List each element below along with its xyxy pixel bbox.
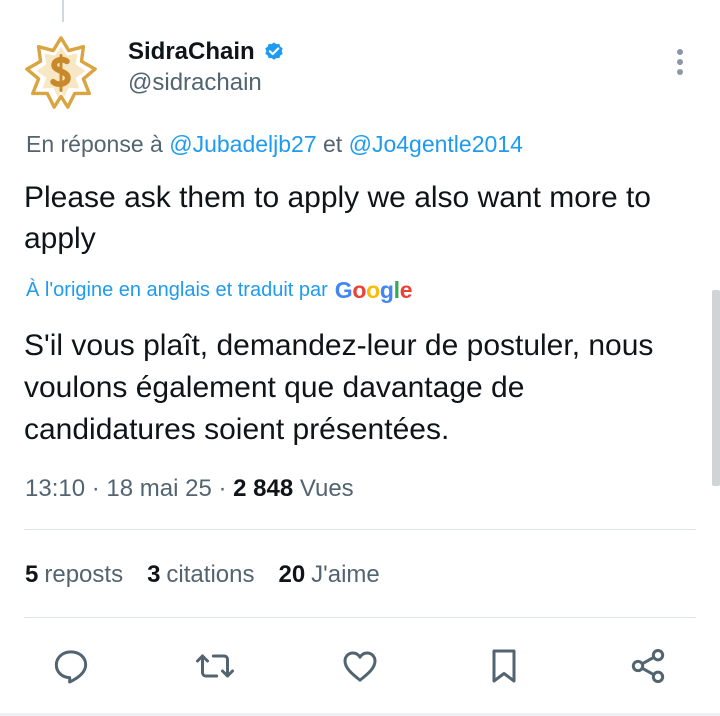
- meta-separator: ·: [85, 475, 107, 502]
- meta-separator: ·: [211, 475, 234, 502]
- repost-button[interactable]: [193, 644, 237, 688]
- scrollbar[interactable]: [712, 290, 720, 486]
- google-logo: Google: [334, 277, 413, 303]
- author-display-name[interactable]: SidraChain: [128, 38, 255, 66]
- likes-label: J'aime: [311, 561, 380, 588]
- reposts-label: reposts: [44, 561, 124, 588]
- action-bar: [0, 644, 720, 692]
- reply-context: En réponse à @Jubadeljb27 et @Jo4gentle2…: [26, 131, 523, 158]
- translated-text: S'il vous plaît, demandez-leur de postul…: [24, 329, 654, 446]
- author-name-row[interactable]: SidraChain: [128, 38, 285, 66]
- mention-link[interactable]: @Jo4gentle2014: [349, 131, 523, 157]
- tweet-date[interactable]: 18 mai 25: [106, 475, 211, 502]
- likes-count: 20: [278, 561, 306, 588]
- likes-stat[interactable]: 20 J'aime: [278, 561, 379, 589]
- author-handle[interactable]: @sidrachain: [128, 69, 262, 97]
- reply-icon: [54, 650, 88, 684]
- like-button[interactable]: [338, 644, 382, 688]
- quotes-count: 3: [147, 561, 161, 588]
- reply-prefix: En réponse à: [26, 131, 170, 157]
- repost-icon: [196, 654, 234, 678]
- divider: [24, 617, 696, 618]
- quotes-stat[interactable]: 3 citations: [147, 561, 254, 589]
- verified-badge-icon: [264, 42, 283, 60]
- reposts-count: 5: [25, 561, 39, 588]
- mention-link[interactable]: @Jubadeljb27: [169, 131, 316, 157]
- bookmark-button[interactable]: [482, 644, 526, 688]
- tweet-time[interactable]: 13:10: [25, 475, 85, 502]
- like-icon: [343, 651, 377, 682]
- reply-button[interactable]: [49, 644, 93, 688]
- more-options-icon: [677, 49, 683, 75]
- bookmark-icon: [492, 649, 516, 683]
- tweet-text: Please ask them to apply we also want mo…: [24, 181, 651, 255]
- translation-attribution[interactable]: À l'origine en anglais et traduit par Go…: [26, 277, 413, 304]
- share-icon: [631, 649, 665, 683]
- avatar[interactable]: [22, 34, 100, 112]
- views-count: 2 848: [233, 475, 294, 502]
- more-options-button[interactable]: [670, 46, 690, 80]
- reply-joiner: et: [316, 131, 349, 157]
- quotes-label: citations: [166, 561, 255, 588]
- tweet-metadata: 13:10 · 18 mai 25 · 2 848 Vues: [25, 475, 354, 503]
- thread-connector-line: [62, 0, 64, 22]
- engagement-stats: 5 reposts 3 citations 20 J'aime: [25, 561, 380, 589]
- views-label: Vues: [293, 475, 354, 502]
- reposts-stat[interactable]: 5 reposts: [25, 561, 123, 589]
- divider: [24, 529, 696, 530]
- share-button[interactable]: [626, 644, 670, 688]
- translation-label[interactable]: À l'origine en anglais et traduit par: [26, 279, 328, 302]
- sidrachain-logo-icon: [22, 34, 100, 112]
